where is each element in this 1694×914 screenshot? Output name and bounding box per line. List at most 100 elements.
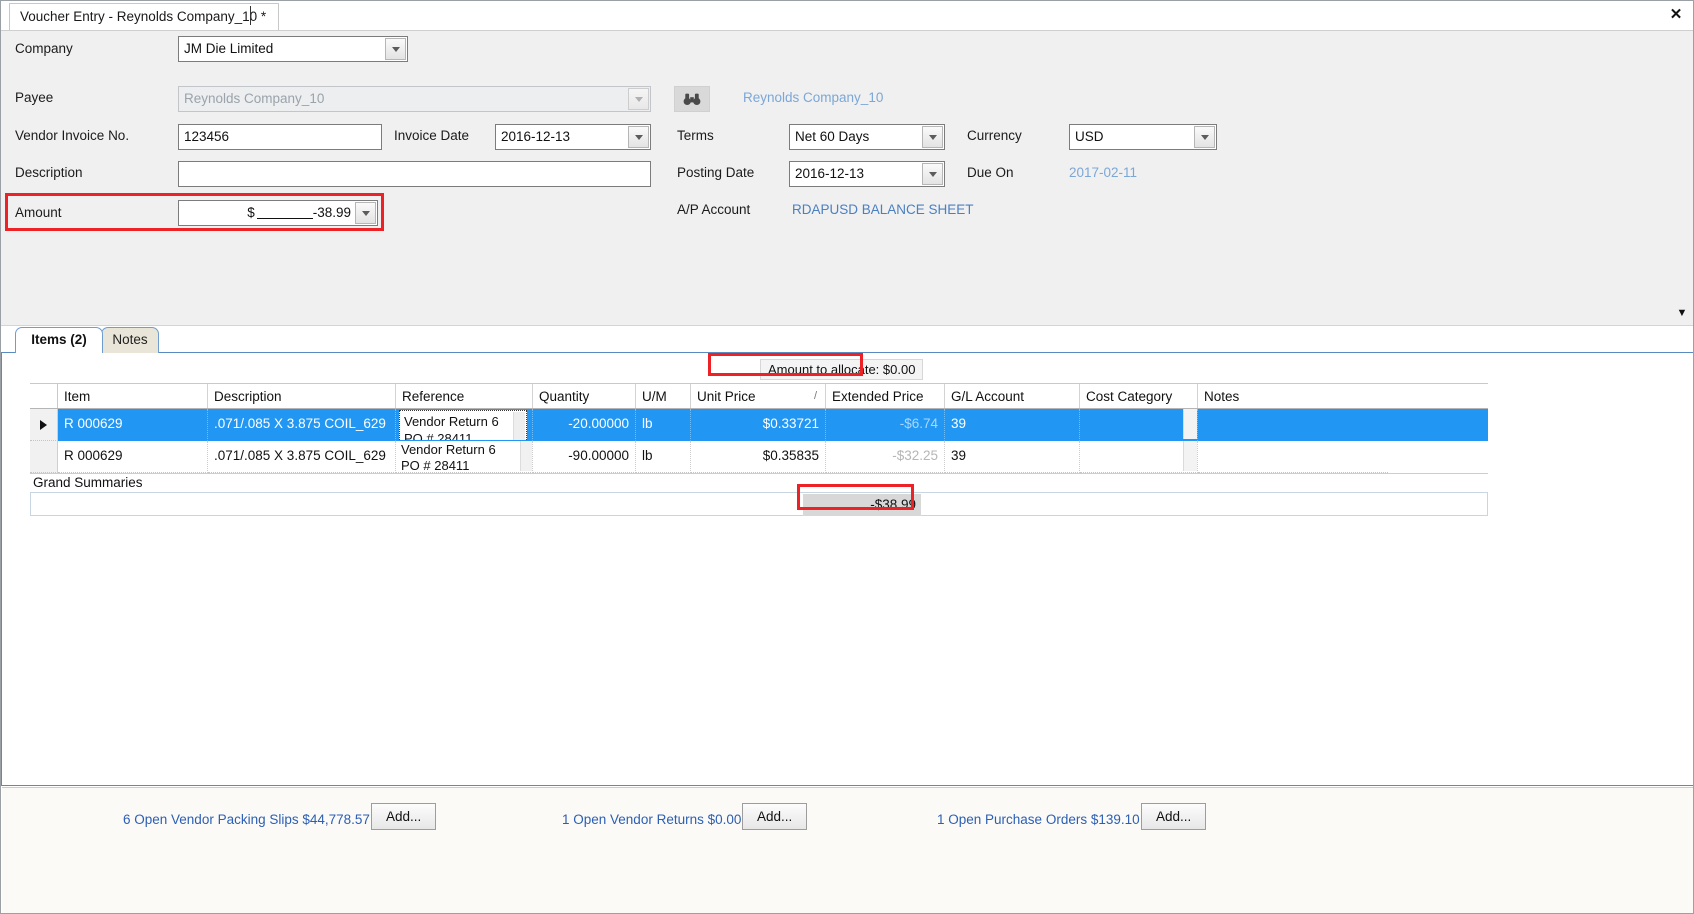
grand-summaries-total: -$38.99	[803, 494, 921, 516]
window-titlebar: Voucher Entry - Reynolds Company_10 * ✕	[1, 1, 1693, 31]
chevron-down-icon[interactable]	[385, 38, 406, 60]
description-input[interactable]	[178, 161, 651, 187]
payee-select[interactable]: Reynolds Company_10	[178, 86, 651, 112]
row-selector[interactable]	[30, 409, 58, 441]
grid-header-reference[interactable]: Reference	[396, 384, 533, 408]
voucher-entry-window: Voucher Entry - Reynolds Company_10 * ✕ …	[0, 0, 1694, 914]
grid-header-unit-price[interactable]: Unit Price /	[691, 384, 826, 408]
currency-value: USD	[1075, 129, 1104, 144]
add-vendor-packing-slips-button[interactable]: Add...	[371, 803, 437, 830]
reference-line-2: PO # 28411	[404, 431, 473, 441]
row-selector[interactable]	[30, 441, 58, 473]
cell-cost-category[interactable]	[1080, 441, 1198, 473]
cell-quantity[interactable]: -20.00000	[533, 409, 636, 441]
grid-header-notes[interactable]: Notes	[1198, 384, 1388, 408]
grid-header-cost-category[interactable]: Cost Category	[1080, 384, 1198, 408]
chevron-down-icon[interactable]	[628, 126, 649, 148]
cell-quantity[interactable]: -90.00000	[533, 441, 636, 473]
cell-extended-price[interactable]: -$32.25	[826, 441, 945, 473]
tab-notes-label: Notes	[112, 332, 148, 347]
cell-cost-category[interactable]	[1080, 409, 1198, 441]
currency-label: Currency	[967, 128, 1022, 143]
items-grid-panel: Amount to allocate: $0.00 Item Descripti…	[1, 352, 1693, 786]
chevron-down-icon[interactable]	[922, 163, 943, 185]
cell-reference[interactable]: Vendor Return 6 PO # 28411	[396, 441, 533, 473]
description-label: Description	[15, 165, 83, 180]
invoice-date-value: 2016-12-13	[501, 129, 571, 144]
cell-unit-price[interactable]: $0.35835	[691, 441, 826, 473]
grid-header-extended-price[interactable]: Extended Price	[826, 384, 945, 408]
grid-header-description[interactable]: Description	[208, 384, 396, 408]
vendor-invoice-no-input[interactable]: 123456	[178, 124, 382, 150]
tab-notes[interactable]: Notes	[101, 327, 159, 353]
grid-header-gl-account[interactable]: G/L Account	[945, 384, 1080, 408]
items-tabs: Items (2) Notes	[1, 327, 1693, 353]
cell-notes[interactable]	[1198, 441, 1388, 473]
amount-to-allocate-note: Amount to allocate: $0.00	[760, 359, 924, 380]
cell-description[interactable]: .071/.085 X 3.875 COIL_629	[208, 441, 396, 473]
row-indicator-icon	[40, 420, 47, 430]
open-vendor-packing-slips-link[interactable]: 6 Open Vendor Packing Slips $44,778.57	[123, 812, 370, 827]
chevron-down-icon[interactable]: ▼	[1675, 307, 1689, 321]
company-value: JM Die Limited	[184, 41, 274, 56]
tab-items[interactable]: Items (2)	[15, 327, 103, 353]
cell-unit-price[interactable]: $0.33721	[691, 409, 826, 441]
table-row[interactable]: R 000629 .071/.085 X 3.875 COIL_629 Vend…	[30, 441, 1488, 473]
payee-value: Reynolds Company_10	[184, 91, 325, 106]
cost-category-spinner[interactable]	[1183, 409, 1197, 439]
payee-lookup-button[interactable]	[674, 86, 710, 112]
posting-date-label: Posting Date	[677, 165, 755, 180]
chevron-down-icon[interactable]	[922, 126, 943, 148]
posting-date-select[interactable]: 2016-12-13	[789, 161, 945, 187]
document-tab[interactable]: Voucher Entry - Reynolds Company_10 *	[9, 3, 280, 30]
amount-input[interactable]: $ -38.99	[178, 200, 378, 226]
amount-mask	[256, 206, 313, 219]
chevron-down-icon[interactable]	[1194, 126, 1215, 148]
ap-account-label: A/P Account	[677, 202, 751, 217]
cell-description[interactable]: .071/.085 X 3.875 COIL_629	[208, 409, 396, 441]
cell-um[interactable]: lb	[636, 409, 691, 441]
reference-editor-scrollbar[interactable]	[513, 412, 525, 440]
chevron-down-icon[interactable]	[628, 88, 649, 110]
invoice-date-label: Invoice Date	[394, 128, 470, 143]
table-row[interactable]: R 000629 .071/.085 X 3.875 COIL_629 Vend…	[30, 409, 1488, 441]
open-vendor-returns-link[interactable]: 1 Open Vendor Returns $0.00	[562, 812, 741, 827]
cell-um[interactable]: lb	[636, 441, 691, 473]
payee-label: Payee	[15, 90, 54, 105]
amount-value: $ -38.99	[247, 201, 351, 225]
cell-notes[interactable]	[1198, 409, 1388, 441]
cell-item[interactable]: R 000629	[58, 441, 208, 473]
terms-value: Net 60 Days	[795, 129, 870, 144]
reference-line-2: PO # 28411	[401, 458, 470, 473]
cell-reference[interactable]: Vendor Return 6 PO # 28411	[396, 409, 533, 441]
grid-header-um[interactable]: U/M	[636, 384, 691, 408]
reference-line-1: Vendor Return 6	[401, 442, 496, 457]
open-purchase-orders-link[interactable]: 1 Open Purchase Orders $139.10	[937, 812, 1140, 827]
company-select[interactable]: JM Die Limited	[178, 36, 408, 62]
due-on-value: 2017-02-11	[1069, 165, 1138, 180]
document-tab-caret	[250, 6, 251, 25]
terms-select[interactable]: Net 60 Days	[789, 124, 945, 150]
ap-account-value[interactable]: RDAPUSD BALANCE SHEET	[792, 202, 974, 217]
close-icon[interactable]: ✕	[1665, 4, 1687, 26]
amount-number: -38.99	[312, 205, 351, 220]
grid-header-item[interactable]: Item	[58, 384, 208, 408]
grid-header-quantity[interactable]: Quantity	[533, 384, 636, 408]
add-vendor-returns-button[interactable]: Add...	[742, 803, 808, 830]
cell-item[interactable]: R 000629	[58, 409, 208, 441]
cost-category-spinner[interactable]	[1183, 441, 1197, 471]
cell-gl-account[interactable]: 39	[945, 441, 1080, 473]
add-purchase-orders-button[interactable]: Add...	[1141, 803, 1207, 830]
reference-cell-editor[interactable]: Vendor Return 6 PO # 28411	[399, 410, 527, 441]
tab-items-label: Items (2)	[31, 332, 87, 347]
grid-header-unit-price-label: Unit Price	[697, 389, 756, 404]
cell-extended-price[interactable]: -$6.74	[826, 409, 945, 441]
grid-header-row: Item Description Reference Quantity U/M …	[30, 383, 1488, 409]
invoice-date-select[interactable]: 2016-12-13	[495, 124, 651, 150]
chevron-down-icon[interactable]	[355, 202, 376, 224]
currency-select[interactable]: USD	[1069, 124, 1217, 150]
cell-gl-account[interactable]: 39	[945, 409, 1080, 441]
reference-cell-scrollbar[interactable]	[520, 441, 532, 471]
amount-label: Amount	[15, 205, 62, 220]
voucher-header-panel: Company JM Die Limited Payee Reynolds Co…	[1, 31, 1693, 326]
